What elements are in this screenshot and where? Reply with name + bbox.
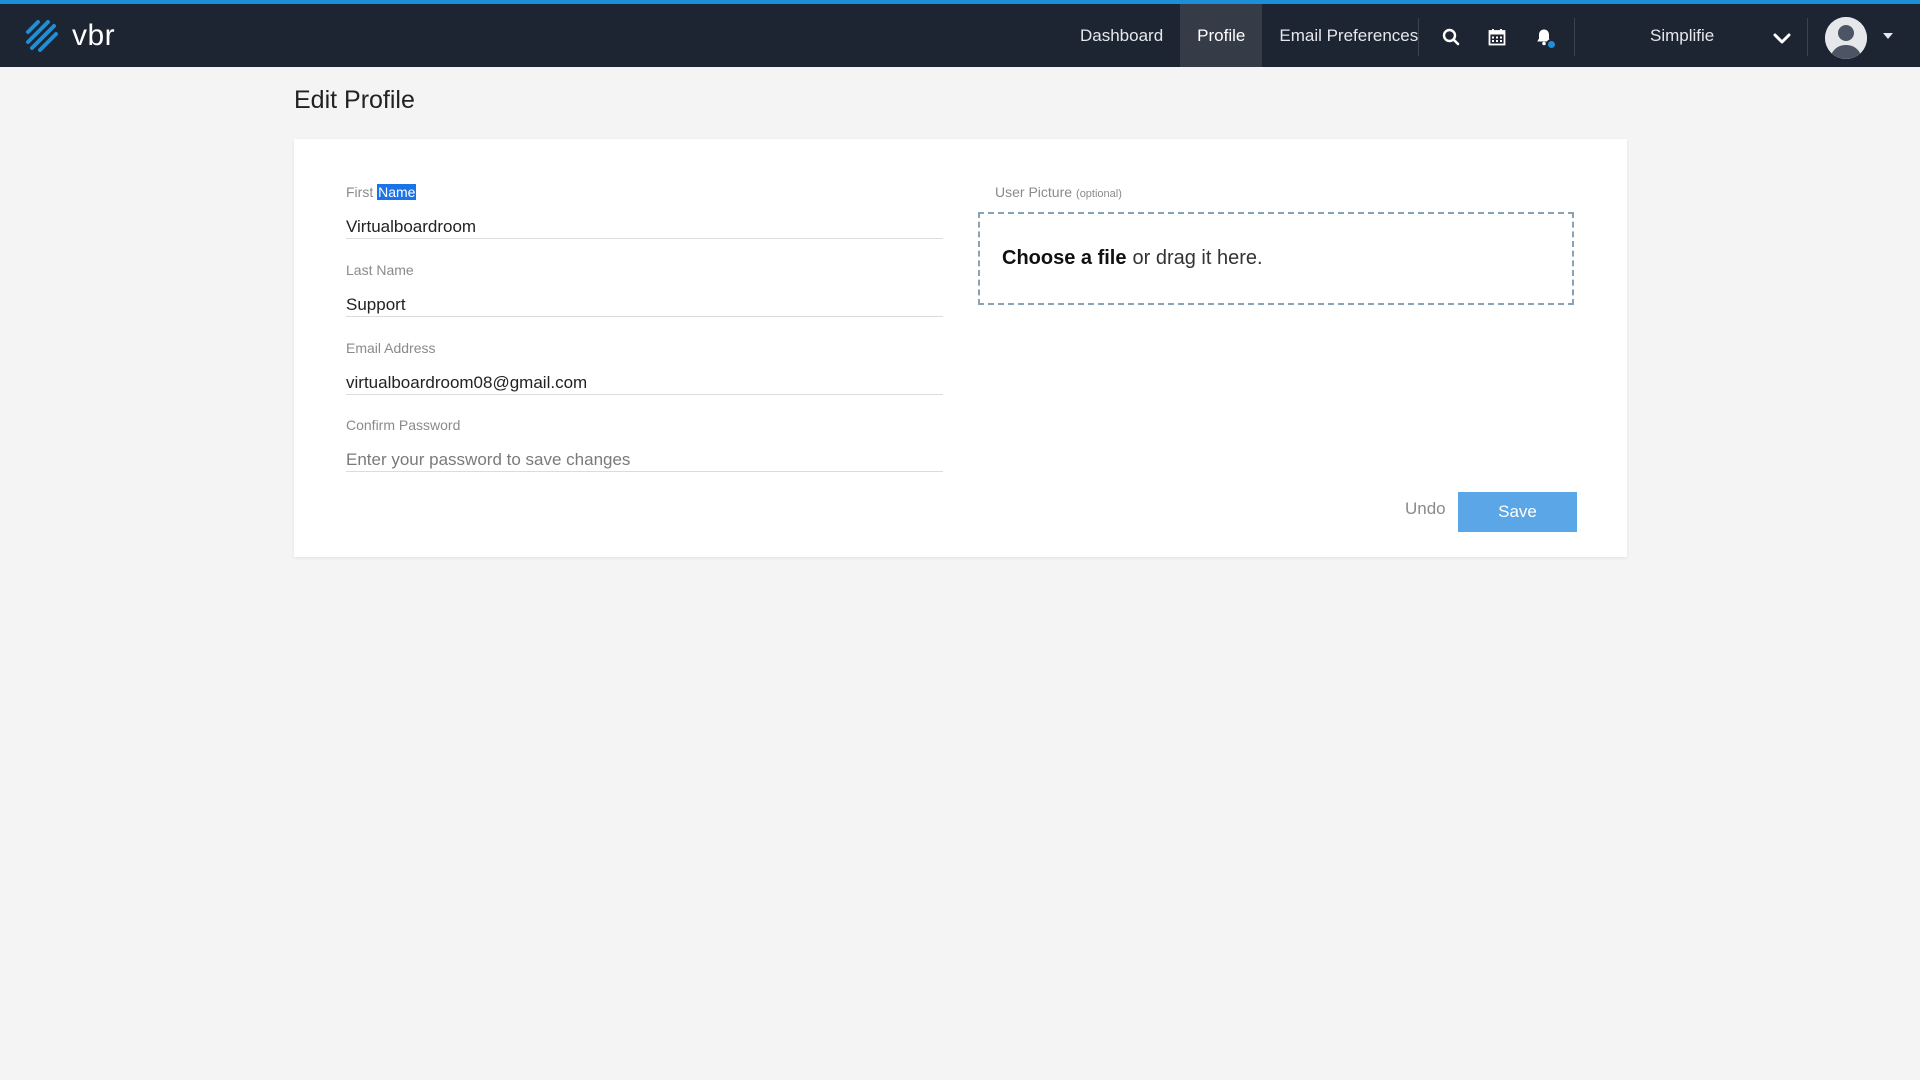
file-dropzone[interactable]: Choose a file or drag it here. [978,212,1574,305]
last-name-field: Last Name [346,262,943,317]
user-picture-label: User Picture (optional) [995,184,1122,200]
org-name[interactable]: Simplifie [1650,4,1714,67]
first-name-field: First Name [346,184,943,239]
email-field: Email Address [346,340,943,395]
last-name-label: Last Name [346,262,414,278]
brand-logo[interactable]: vbr [24,16,115,56]
selected-text-highlight: Name [377,184,417,200]
confirm-password-input[interactable] [346,448,943,472]
nav-profile[interactable]: Profile [1180,4,1263,67]
undo-button[interactable]: Undo [1405,499,1446,519]
page-title: Edit Profile [294,86,415,114]
caret-down-icon[interactable] [1883,33,1893,39]
confirm-password-label: Confirm Password [346,417,461,433]
first-name-input[interactable] [346,215,943,239]
top-navbar: vbr Dashboard Profile Email Preferences [0,0,1920,67]
email-label: Email Address [346,340,436,356]
first-name-label: First Name [346,184,943,202]
nav-divider [1574,18,1575,56]
drag-hint: or drag it here. [1132,247,1263,269]
brand-name: vbr [72,19,116,52]
nav-divider [1807,18,1808,56]
nav-dashboard[interactable]: Dashboard [1063,4,1180,67]
bell-icon[interactable] [1529,22,1559,52]
last-name-input[interactable] [346,293,943,317]
calendar-icon[interactable] [1482,22,1512,52]
first-name-label-prefix: First [346,184,378,200]
save-button[interactable]: Save [1458,492,1577,532]
email-input[interactable] [346,371,943,395]
main-nav: Dashboard Profile Email Preferences [1063,4,1435,67]
notification-dot [1546,39,1557,50]
confirm-password-field: Confirm Password [346,417,943,472]
nav-divider [1418,18,1419,56]
search-icon[interactable] [1436,22,1466,52]
choose-file-link[interactable]: Choose a file [1002,247,1126,270]
user-picture-label-text: User Picture [995,184,1073,200]
user-avatar[interactable] [1825,17,1867,59]
nav-email-preferences[interactable]: Email Preferences [1262,4,1435,67]
optional-hint: (optional) [1076,188,1122,200]
profile-card: First Name Last Name Email Address Confi… [294,139,1627,557]
chevron-down-icon[interactable] [1770,26,1794,50]
vbr-logo-icon [26,20,58,52]
